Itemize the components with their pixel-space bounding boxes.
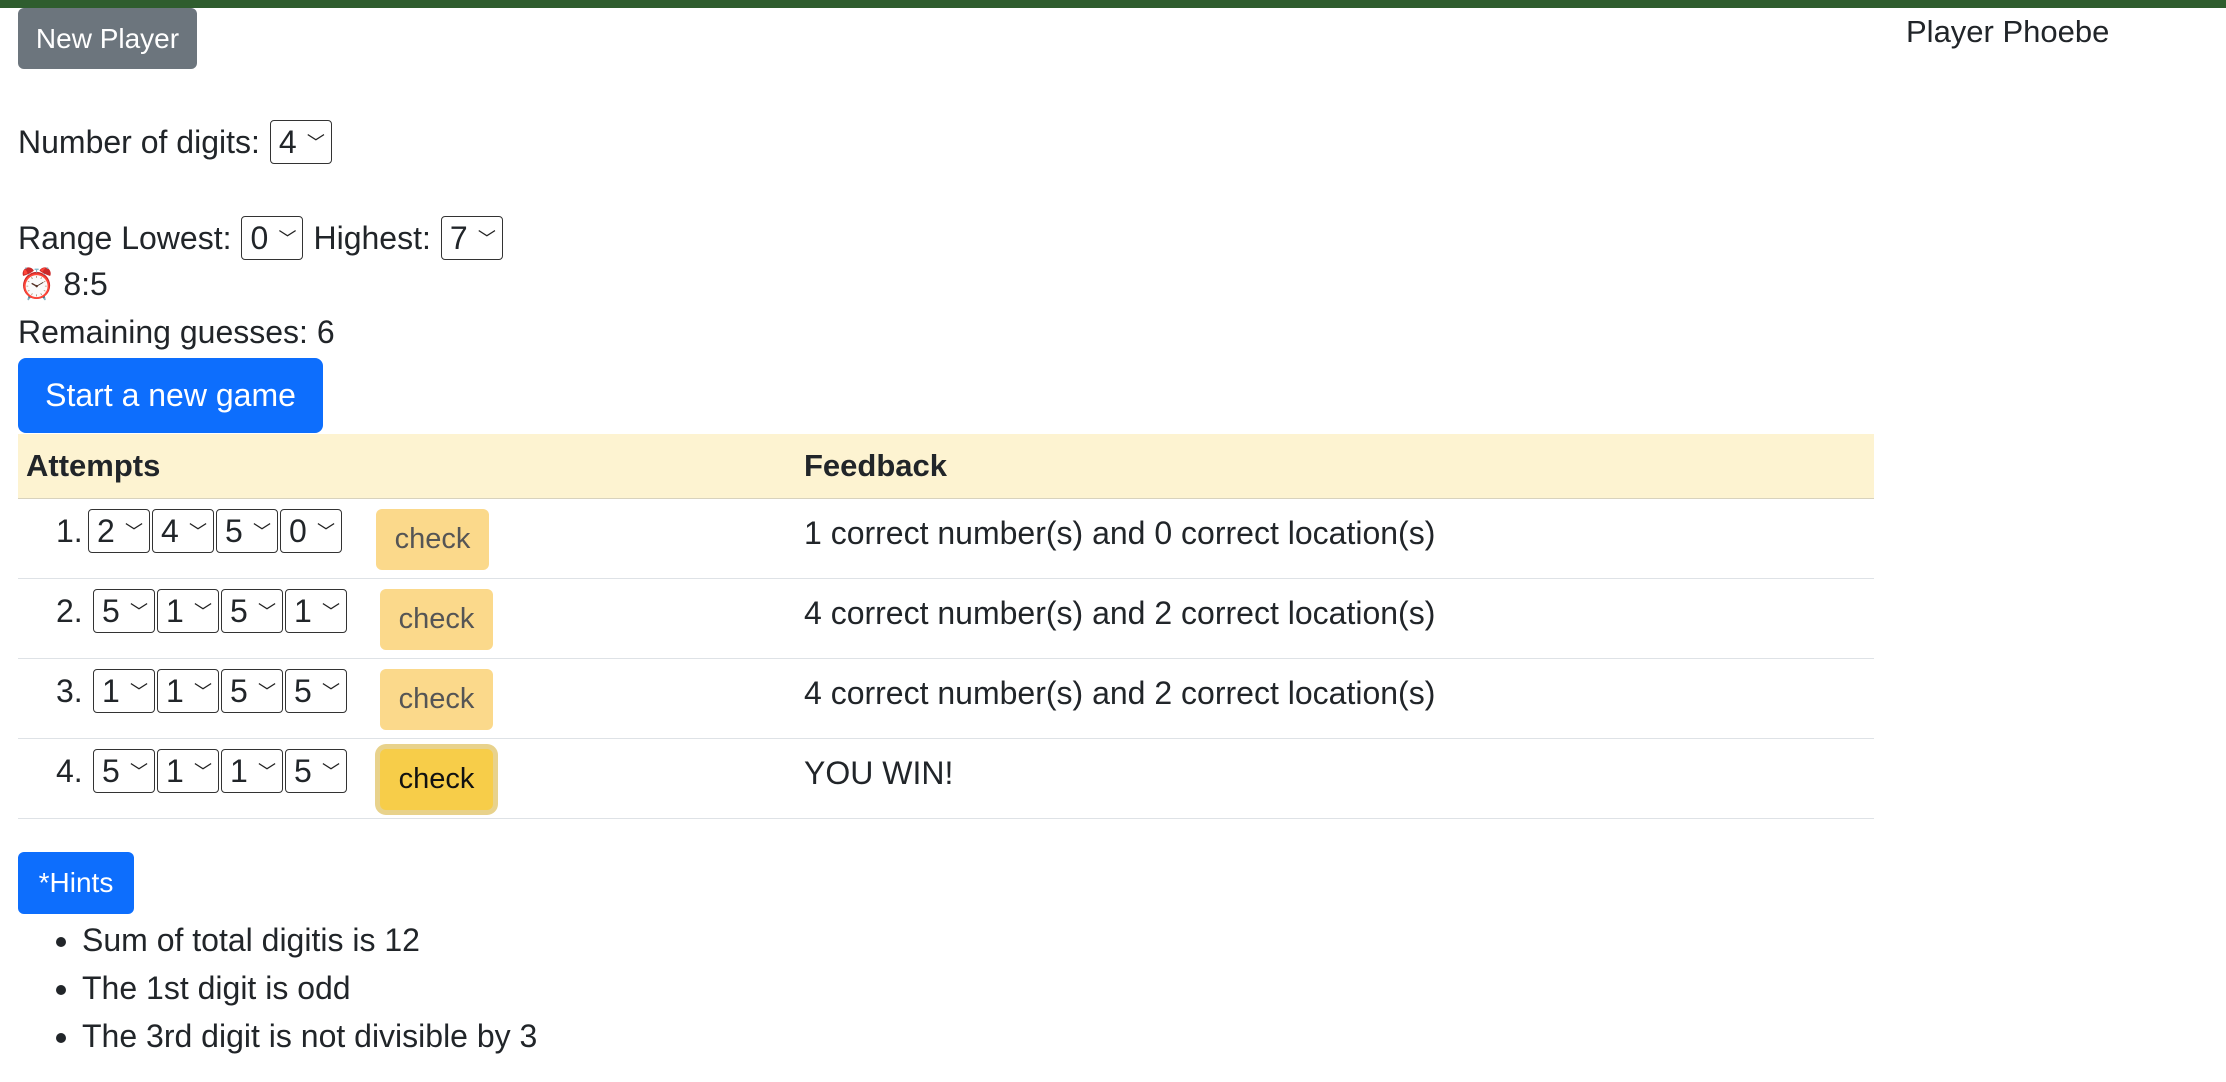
digit-select[interactable]: 1 ﹀ xyxy=(157,669,219,713)
chevron-down-icon: ﹀ xyxy=(194,682,212,702)
digit-select[interactable]: 5 ﹀ xyxy=(93,589,155,633)
new-player-button[interactable]: New Player xyxy=(18,8,197,69)
chevron-down-icon: ﹀ xyxy=(130,602,148,622)
chevron-down-icon: ﹀ xyxy=(322,682,340,702)
chevron-down-icon: ﹀ xyxy=(306,133,325,153)
range-setting: Range Lowest: 0 ﹀ Highest: 7 ﹀ xyxy=(18,216,503,260)
digit-value: 1 xyxy=(166,752,184,789)
digit-selects: 2 ﹀ 4 ﹀ 5 ﹀ 0 ﹀ xyxy=(88,509,342,553)
digit-select[interactable]: 5 ﹀ xyxy=(216,509,278,553)
attempts-table: Attempts Feedback 1. 2 ﹀ 4 ﹀ 5 ﹀ 0 ﹀ check 1… xyxy=(18,434,1874,819)
table-row: 1. 2 ﹀ 4 ﹀ 5 ﹀ 0 ﹀ check 1 correct number(s)… xyxy=(18,499,1874,579)
digits-setting: Number of digits: 4 ﹀ xyxy=(18,120,332,164)
range-highest-label: Highest: xyxy=(313,219,431,256)
digit-select[interactable]: 2 ﹀ xyxy=(88,509,150,553)
attempt-number: 4. xyxy=(56,753,83,789)
top-accent-bar xyxy=(0,0,2226,8)
digit-select[interactable]: 1 ﹀ xyxy=(157,589,219,633)
chevron-down-icon: ﹀ xyxy=(322,762,340,782)
timer-value: 8:5 xyxy=(63,266,108,302)
remaining-guesses: Remaining guesses: 6 xyxy=(18,314,335,350)
digit-select[interactable]: 5 ﹀ xyxy=(285,669,347,713)
list-item: Sum of total digitis is 12 xyxy=(82,916,537,964)
range-highest-select[interactable]: 7 ﹀ xyxy=(440,216,503,260)
digits-select[interactable]: 4 ﹀ xyxy=(269,120,332,164)
chevron-down-icon: ﹀ xyxy=(258,762,276,782)
feedback-text: 4 correct number(s) and 2 correct locati… xyxy=(804,675,1436,711)
chevron-down-icon: ﹀ xyxy=(194,762,212,782)
attempts-header: Attempts xyxy=(26,448,161,483)
range-lowest-select[interactable]: 0 ﹀ xyxy=(241,216,304,260)
chevron-down-icon: ﹀ xyxy=(194,602,212,622)
chevron-down-icon: ﹀ xyxy=(189,522,207,542)
digit-value: 5 xyxy=(294,672,312,709)
digit-selects: 1 ﹀ 1 ﹀ 5 ﹀ 5 ﹀ xyxy=(93,669,347,713)
range-lowest-value: 0 xyxy=(250,219,269,256)
digit-value: 5 xyxy=(230,672,248,709)
digit-select[interactable]: 1 ﹀ xyxy=(285,589,347,633)
digit-value: 1 xyxy=(102,672,120,709)
digit-value: 0 xyxy=(289,512,307,549)
attempt-number: 3. xyxy=(56,673,83,709)
player-name: Player Phoebe xyxy=(1906,14,2110,49)
timer: ⏰ 8:5 xyxy=(18,266,108,303)
digits-select-value: 4 xyxy=(278,123,297,160)
digit-select[interactable]: 5 ﹀ xyxy=(93,749,155,793)
range-lowest-label: Range Lowest: xyxy=(18,219,232,256)
feedback-text: YOU WIN! xyxy=(804,755,954,791)
attempt-number: 2. xyxy=(56,593,83,629)
chevron-down-icon: ﹀ xyxy=(477,229,496,249)
chevron-down-icon: ﹀ xyxy=(125,522,143,542)
digit-value: 5 xyxy=(102,592,120,629)
digit-select[interactable]: 4 ﹀ xyxy=(152,509,214,553)
digit-value: 1 xyxy=(230,752,248,789)
range-highest-value: 7 xyxy=(449,219,468,256)
feedback-header: Feedback xyxy=(804,448,948,483)
attempt-number: 1. xyxy=(56,513,83,549)
check-button[interactable]: check xyxy=(380,669,493,730)
digit-value: 1 xyxy=(166,592,184,629)
start-new-game-button[interactable]: Start a new game xyxy=(18,358,323,433)
chevron-down-icon: ﹀ xyxy=(130,762,148,782)
list-item: The 3rd digit is not divisible by 3 xyxy=(82,1012,537,1060)
table-row: 4. 5 ﹀ 1 ﹀ 1 ﹀ 5 ﹀ check YOU WIN! xyxy=(18,739,1874,819)
digit-selects: 5 ﹀ 1 ﹀ 1 ﹀ 5 ﹀ xyxy=(93,749,347,793)
digit-select[interactable]: 5 ﹀ xyxy=(285,749,347,793)
digit-select[interactable]: 1 ﹀ xyxy=(93,669,155,713)
digit-value: 5 xyxy=(230,592,248,629)
feedback-text: 4 correct number(s) and 2 correct locati… xyxy=(804,595,1436,631)
digit-value: 2 xyxy=(97,512,115,549)
digit-value: 1 xyxy=(166,672,184,709)
digits-label: Number of digits: xyxy=(18,123,260,160)
chevron-down-icon: ﹀ xyxy=(258,602,276,622)
digit-value: 5 xyxy=(102,752,120,789)
list-item: The 1st digit is odd xyxy=(82,964,537,1012)
digit-selects: 5 ﹀ 1 ﹀ 5 ﹀ 1 ﹀ xyxy=(93,589,347,633)
digit-select[interactable]: 1 ﹀ xyxy=(157,749,219,793)
check-button[interactable]: check xyxy=(380,589,493,650)
digit-value: 5 xyxy=(294,752,312,789)
hints-list: Sum of total digitis is 12 The 1st digit… xyxy=(18,916,537,1060)
chevron-down-icon: ﹀ xyxy=(130,682,148,702)
feedback-text: 1 correct number(s) and 0 correct locati… xyxy=(804,515,1436,551)
check-button[interactable]: check xyxy=(380,749,493,810)
digit-select[interactable]: 1 ﹀ xyxy=(221,749,283,793)
chevron-down-icon: ﹀ xyxy=(253,522,271,542)
table-row: 2. 5 ﹀ 1 ﹀ 5 ﹀ 1 ﹀ check 4 correct number(s)… xyxy=(18,579,1874,659)
alarm-clock-icon: ⏰ xyxy=(18,268,56,301)
chevron-down-icon: ﹀ xyxy=(258,682,276,702)
chevron-down-icon: ﹀ xyxy=(317,522,335,542)
digit-select[interactable]: 5 ﹀ xyxy=(221,669,283,713)
hints-button[interactable]: *Hints xyxy=(18,852,134,914)
chevron-down-icon: ﹀ xyxy=(278,229,297,249)
digit-select[interactable]: 5 ﹀ xyxy=(221,589,283,633)
chevron-down-icon: ﹀ xyxy=(322,602,340,622)
check-button[interactable]: check xyxy=(376,509,489,570)
digit-value: 5 xyxy=(225,512,243,549)
table-row: 3. 1 ﹀ 1 ﹀ 5 ﹀ 5 ﹀ check 4 correct number(s)… xyxy=(18,659,1874,739)
table-header: Attempts Feedback xyxy=(18,434,1874,499)
digit-select[interactable]: 0 ﹀ xyxy=(280,509,342,553)
digit-value: 4 xyxy=(161,512,179,549)
digit-value: 1 xyxy=(294,592,312,629)
